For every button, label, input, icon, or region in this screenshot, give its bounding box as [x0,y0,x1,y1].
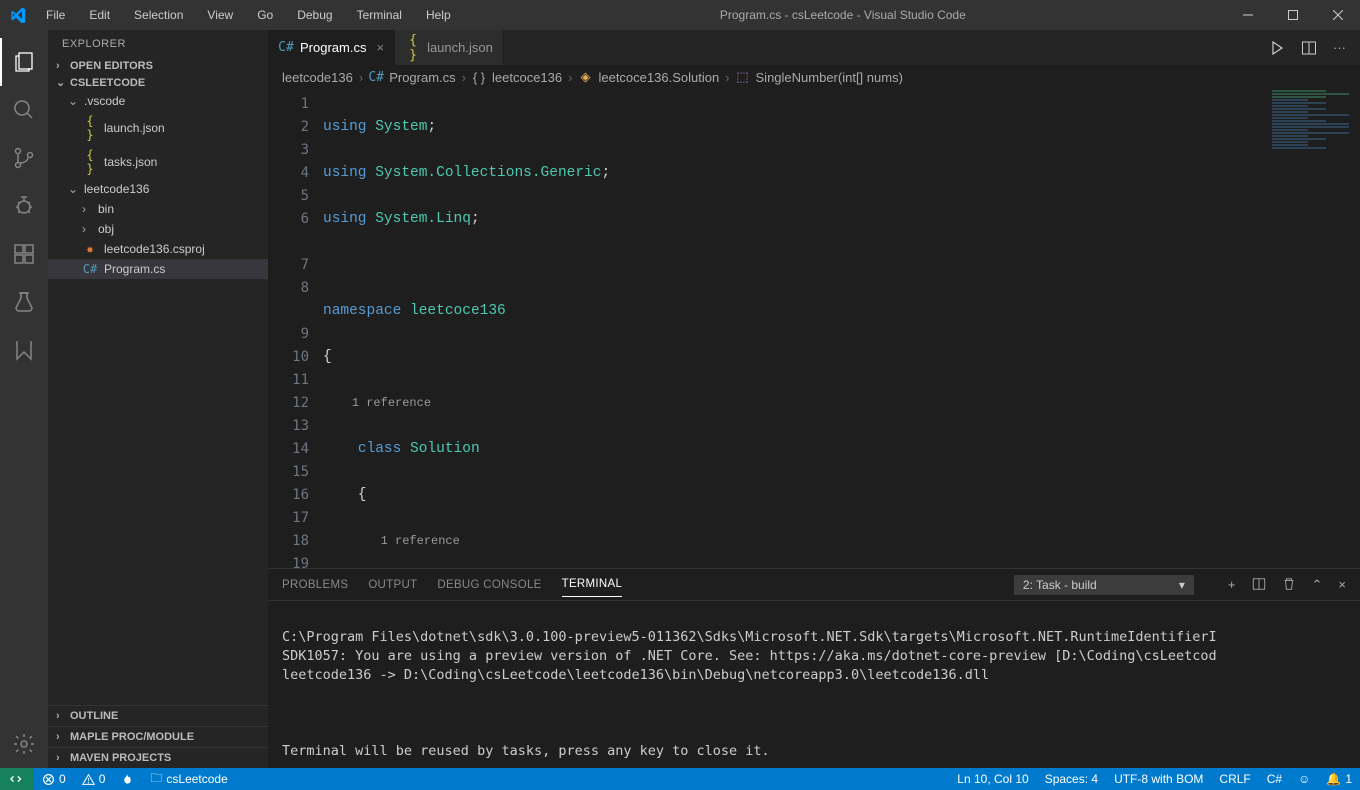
status-feedback-icon[interactable]: ☺ [1290,768,1318,790]
chevron-down-icon: ▾ [1179,578,1185,592]
menu-terminal[interactable]: Terminal [347,4,412,26]
minimap[interactable] [1268,89,1358,269]
menu-edit[interactable]: Edit [79,4,120,26]
search-icon[interactable] [0,86,48,134]
menu-help[interactable]: Help [416,4,461,26]
menu-bar: File Edit Selection View Go Debug Termin… [36,4,461,26]
status-line-col[interactable]: Ln 10, Col 10 [949,768,1036,790]
file-tree: ⌄.vscode { }launch.json { }tasks.json ⌄l… [48,91,268,705]
run-icon[interactable] [1269,40,1285,56]
breadcrumb-file[interactable]: Program.cs [389,70,455,85]
csharp-icon: C# [369,70,383,85]
panel-tabs: PROBLEMS OUTPUT DEBUG CONSOLE TERMINAL 2… [268,569,1360,601]
terminal-output[interactable]: C:\Program Files\dotnet\sdk\3.0.100-prev… [268,601,1360,768]
file-program-cs[interactable]: C#Program.cs [48,259,268,279]
editor-area: C#Program.cs× { }launch.json ··· leetcod… [268,30,1360,768]
status-language[interactable]: C# [1259,768,1290,790]
menu-view[interactable]: View [197,4,243,26]
breadcrumb-folder[interactable]: leetcode136 [282,70,353,85]
json-icon: { } [405,33,421,63]
code-content[interactable]: using System; using System.Collections.G… [323,89,1360,568]
class-icon: ◈ [578,69,592,85]
remote-icon[interactable] [0,768,34,790]
folder-bin[interactable]: ›bin [48,199,268,219]
explorer-icon[interactable] [0,38,48,86]
explorer-title: EXPLORER [48,30,268,58]
split-terminal-icon[interactable] [1252,577,1266,593]
breadcrumb-method[interactable]: SingleNumber(int[] nums) [756,70,903,85]
folder-vscode[interactable]: ⌄.vscode [48,91,268,111]
folder-obj[interactable]: ›obj [48,219,268,239]
tab-program-cs[interactable]: C#Program.cs× [268,30,395,65]
maple-section[interactable]: ›MAPLE PROC/MODULE [48,726,268,747]
test-icon[interactable] [0,278,48,326]
breadcrumb-class[interactable]: leetcoce136.Solution [598,70,719,85]
breadcrumb-namespace[interactable]: leetcoce136 [492,70,562,85]
status-eol[interactable]: CRLF [1211,768,1258,790]
status-spaces[interactable]: Spaces: 4 [1037,768,1106,790]
panel-tab-output[interactable]: OUTPUT [368,573,417,597]
chevron-up-icon[interactable]: ⌃ [1312,577,1323,593]
close-icon[interactable]: × [376,40,384,55]
menu-file[interactable]: File [36,4,75,26]
new-terminal-icon[interactable]: + [1228,577,1236,593]
tab-launch-json[interactable]: { }launch.json [395,30,504,65]
line-numbers: 123456 78 91011121314151617181920 [268,89,323,568]
more-icon[interactable]: ··· [1333,40,1346,55]
menu-selection[interactable]: Selection [124,4,193,26]
editor-tabs: C#Program.cs× { }launch.json ··· [268,30,1360,65]
split-editor-icon[interactable] [1301,40,1317,56]
outline-section[interactable]: ›OUTLINE [48,705,268,726]
status-errors[interactable]: 0 [34,768,74,790]
maven-section[interactable]: ›MAVEN PROJECTS [48,747,268,768]
file-launch-json[interactable]: { }launch.json [48,111,268,145]
sidebar: EXPLORER ›OPEN EDITORS ⌄CSLEETCODE ⌄.vsc… [48,30,268,768]
method-icon: ⬚ [736,69,750,85]
extensions-icon[interactable] [0,230,48,278]
open-editors-section[interactable]: ›OPEN EDITORS [48,58,268,74]
code-editor[interactable]: 123456 78 91011121314151617181920 using … [268,89,1360,568]
status-warnings[interactable]: 0 [74,768,114,790]
file-csproj[interactable]: ✸leetcode136.csproj [48,239,268,259]
namespace-icon: { } [472,70,486,85]
title-bar: File Edit Selection View Go Debug Termin… [0,0,1360,30]
settings-gear-icon[interactable] [0,720,48,768]
bell-icon: 🔔 [1326,772,1341,786]
trash-icon[interactable] [1282,577,1296,593]
menu-debug[interactable]: Debug [287,4,342,26]
terminal-selector[interactable]: 2: Task - build▾ [1014,575,1194,595]
window-title: Program.cs - csLeetcode - Visual Studio … [461,8,1225,22]
menu-go[interactable]: Go [247,4,283,26]
source-control-icon[interactable] [0,134,48,182]
panel-tab-terminal[interactable]: TERMINAL [562,572,623,597]
maximize-button[interactable] [1270,0,1315,30]
file-tasks-json[interactable]: { }tasks.json [48,145,268,179]
close-panel-icon[interactable]: × [1338,577,1346,593]
activity-bar [0,30,48,768]
debug-icon[interactable] [0,182,48,230]
bottom-panel: PROBLEMS OUTPUT DEBUG CONSOLE TERMINAL 2… [268,568,1360,768]
csharp-icon: C# [278,40,294,55]
minimize-button[interactable] [1225,0,1270,30]
folder-leetcode136[interactable]: ⌄leetcode136 [48,179,268,199]
breadcrumbs[interactable]: leetcode136› C#Program.cs› { }leetcoce13… [268,65,1360,89]
status-notifications[interactable]: 🔔1 [1318,768,1360,790]
bookmark-icon[interactable] [0,326,48,374]
panel-tab-problems[interactable]: PROBLEMS [282,573,348,597]
panel-tab-debug-console[interactable]: DEBUG CONSOLE [437,573,541,597]
window-controls [1225,0,1360,30]
close-button[interactable] [1315,0,1360,30]
vscode-logo-icon [0,7,36,23]
project-section[interactable]: ⌄CSLEETCODE [48,74,268,91]
status-flame-icon[interactable] [113,768,142,790]
status-folder[interactable]: 🗀csLeetcode [142,768,235,790]
status-bar: 0 0 🗀csLeetcode Ln 10, Col 10 Spaces: 4 … [0,768,1360,790]
folder-icon: 🗀 [150,769,162,790]
status-encoding[interactable]: UTF-8 with BOM [1106,768,1211,790]
